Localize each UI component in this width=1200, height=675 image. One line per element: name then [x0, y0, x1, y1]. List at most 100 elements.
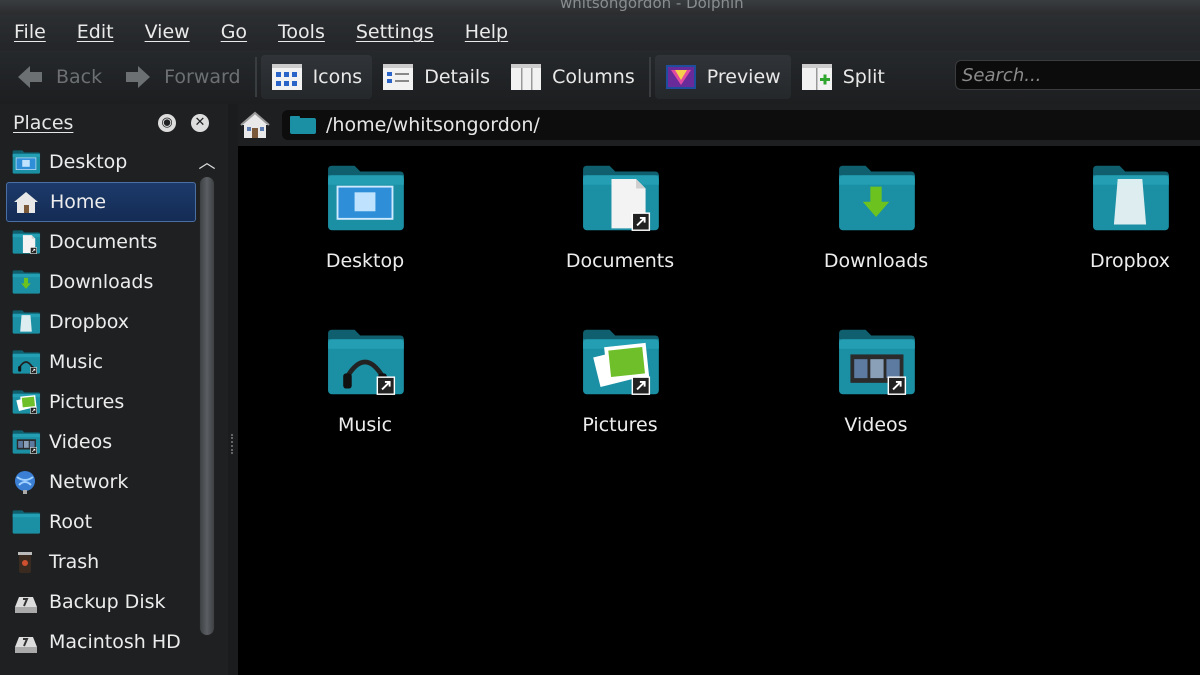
sidebar-item-label: Documents [49, 231, 158, 253]
downloads-folder-icon [11, 269, 41, 295]
details-view-icon [383, 64, 414, 90]
videos-folder-icon [11, 429, 41, 455]
documents-folder-icon [577, 162, 663, 234]
sidebar-item-home[interactable]: Home [6, 182, 196, 222]
places-list: Desktop Home Documents Downloads Dropbox … [6, 142, 196, 662]
details-label: Details [424, 66, 491, 88]
file-name: Videos [844, 414, 908, 436]
places-header: Places ◉ ✕ [0, 104, 228, 142]
sidebar-item-label: Backup Disk [49, 591, 166, 613]
file-name: Desktop [325, 250, 405, 272]
sidebar-item-music[interactable]: Music [6, 342, 196, 382]
icons-view-button[interactable]: Icons [260, 55, 373, 99]
back-arrow-icon [18, 66, 42, 88]
folder-icon [290, 116, 316, 134]
music-folder-icon [322, 326, 408, 398]
scrollbar-thumb[interactable] [199, 176, 215, 636]
trash-icon [11, 549, 41, 575]
pictures-folder-icon [577, 326, 663, 398]
sidebar-item-label: Macintosh HD [49, 631, 181, 653]
file-item-videos[interactable]: Videos [776, 326, 976, 436]
home-icon[interactable] [238, 108, 272, 142]
forward-arrow-icon [126, 66, 151, 88]
file-name: Downloads [823, 250, 929, 272]
icons-view-icon [271, 64, 302, 90]
columns-view-icon [511, 64, 542, 90]
file-name: Documents [565, 250, 675, 272]
desktop-folder-icon [11, 149, 41, 175]
sidebar-item-backup-disk[interactable]: Backup Disk [6, 582, 196, 622]
back-label: Back [56, 66, 103, 88]
sidebar-item-label: Downloads [49, 271, 154, 293]
sidebar-item-label: Root [49, 511, 93, 533]
sidebar-item-label: Network [49, 471, 129, 493]
sidebar-item-label: Videos [49, 431, 113, 453]
file-item-music[interactable]: Music [265, 326, 465, 436]
menu-help[interactable]: Help [465, 21, 508, 43]
drive-icon [11, 589, 41, 615]
places-panel: Places ◉ ✕ Desktop Home Documents Downloa… [0, 104, 228, 675]
sidebar-item-desktop[interactable]: Desktop [6, 142, 196, 182]
toolbar-separator [648, 57, 651, 97]
sidebar-item-documents[interactable]: Documents [6, 222, 196, 262]
file-item-pictures[interactable]: Pictures [520, 326, 720, 436]
preview-button[interactable]: Preview [654, 55, 791, 99]
close-icon[interactable]: ✕ [191, 114, 209, 132]
split-label: Split [842, 66, 885, 88]
root-folder-icon [11, 509, 41, 535]
menu-edit[interactable]: Edit [77, 21, 114, 43]
location-bar: /home/whitsongordon/ [238, 104, 1200, 146]
back-button[interactable]: Back [4, 55, 112, 99]
file-item-documents[interactable]: Documents [520, 162, 720, 272]
dropbox-folder-icon [1087, 162, 1173, 234]
sidebar-item-macintosh-hd[interactable]: Macintosh HD [6, 622, 196, 662]
menu-go[interactable]: Go [221, 21, 247, 43]
forward-label: Forward [164, 66, 241, 88]
sidebar-item-network[interactable]: Network [6, 462, 196, 502]
sidebar-item-label: Trash [49, 551, 100, 573]
panel-splitter[interactable] [228, 104, 238, 675]
file-view: Desktop Documents Downloads Dropbox Musi… [238, 146, 1200, 675]
file-item-dropbox[interactable]: Dropbox [1030, 162, 1200, 272]
file-item-downloads[interactable]: Downloads [776, 162, 976, 272]
menu-tools[interactable]: Tools [278, 21, 325, 43]
file-name: Pictures [582, 414, 658, 436]
sidebar-item-label: Dropbox [49, 311, 130, 333]
sidebar-item-dropbox[interactable]: Dropbox [6, 302, 196, 342]
search-input[interactable] [955, 60, 1200, 90]
sidebar-item-label: Home [50, 191, 107, 213]
toolbar: Back Forward Icons Details Columns Previ… [0, 50, 1200, 104]
panel-options-icon[interactable]: ◉ [158, 114, 176, 132]
dropbox-folder-icon [11, 309, 41, 335]
videos-folder-icon [833, 326, 919, 398]
sidebar-item-trash[interactable]: Trash [6, 542, 196, 582]
downloads-folder-icon [833, 162, 919, 234]
file-item-desktop[interactable]: Desktop [265, 162, 465, 272]
sidebar-item-pictures[interactable]: Pictures [6, 382, 196, 422]
split-button[interactable]: Split [791, 55, 895, 99]
network-icon [11, 469, 41, 495]
sidebar-item-videos[interactable]: Videos [6, 422, 196, 462]
sidebar-item-label: Desktop [49, 151, 128, 173]
location-path-text: /home/whitsongordon/ [326, 114, 540, 136]
sidebar-item-root[interactable]: Root [6, 502, 196, 542]
forward-button[interactable]: Forward [112, 55, 250, 99]
scroll-up-icon[interactable]: ︿ [196, 148, 218, 173]
menu-settings[interactable]: Settings [356, 21, 434, 43]
places-title: Places [13, 112, 74, 134]
splitter-grip [231, 434, 235, 454]
sidebar-item-label: Pictures [49, 391, 125, 413]
music-folder-icon [11, 349, 41, 375]
details-view-button[interactable]: Details [372, 55, 500, 99]
menu-file[interactable]: File [14, 21, 46, 43]
menu-view[interactable]: View [145, 21, 190, 43]
desktop-folder-icon [322, 162, 408, 234]
drive-icon [11, 629, 41, 655]
sidebar-item-downloads[interactable]: Downloads [6, 262, 196, 302]
pictures-folder-icon [11, 389, 41, 415]
columns-view-button[interactable]: Columns [500, 55, 645, 99]
preview-label: Preview [706, 66, 781, 88]
file-name: Music [337, 414, 393, 436]
location-path[interactable]: /home/whitsongordon/ [282, 110, 1200, 140]
window-title: whitsongordon - Dolphin [560, 0, 744, 12]
